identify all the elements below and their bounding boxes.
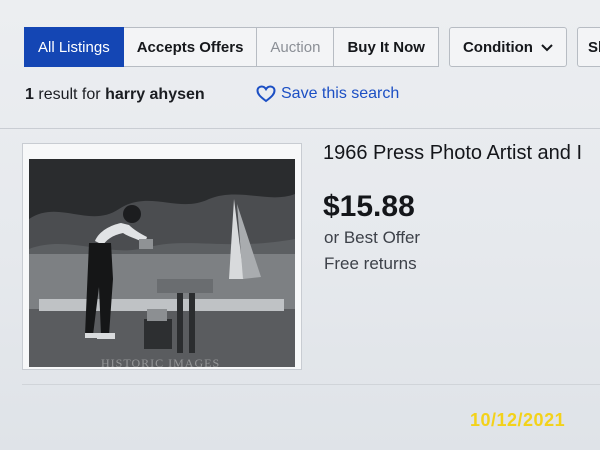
photo-timestamp: 10/12/2021 xyxy=(470,410,566,430)
heart-icon xyxy=(256,85,276,103)
condition-label: Condition xyxy=(462,38,533,56)
results-count: 1 xyxy=(25,86,34,103)
save-search-label: Save this search xyxy=(281,85,400,102)
free-returns-text: Free returns xyxy=(324,254,417,273)
condition-dropdown[interactable]: Condition xyxy=(448,27,567,67)
shipping-dropdown[interactable]: Shi xyxy=(576,27,600,67)
listing-title[interactable]: 1966 Press Photo Artist and I xyxy=(323,142,600,165)
photo-watermark: HISTORIC IMAGES xyxy=(101,356,221,370)
results-text: result for xyxy=(38,86,101,103)
listing-price: $15.88 xyxy=(323,190,415,223)
divider-bottom xyxy=(22,384,600,385)
best-offer-text: or Best Offer xyxy=(324,228,421,247)
filter-buy-it-now[interactable]: Buy It Now xyxy=(334,27,439,67)
save-search-link[interactable]: Save this search xyxy=(256,85,399,103)
divider xyxy=(0,128,600,129)
filter-accepts-offers[interactable]: Accepts Offers xyxy=(123,27,258,67)
filter-bar: All Listings Accepts Offers Auction Buy … xyxy=(24,27,600,67)
listing-image[interactable]: HISTORIC IMAGES xyxy=(22,143,302,370)
filter-auction[interactable]: Auction xyxy=(257,27,335,67)
press-photo xyxy=(29,159,295,367)
screen: All Listings Accepts Offers Auction Buy … xyxy=(0,0,600,450)
search-query: harry ahysen xyxy=(105,86,205,103)
chevron-down-icon xyxy=(541,39,553,56)
filter-all-listings[interactable]: All Listings xyxy=(24,27,124,67)
results-summary: 1 result for harry ahysen xyxy=(25,86,205,104)
